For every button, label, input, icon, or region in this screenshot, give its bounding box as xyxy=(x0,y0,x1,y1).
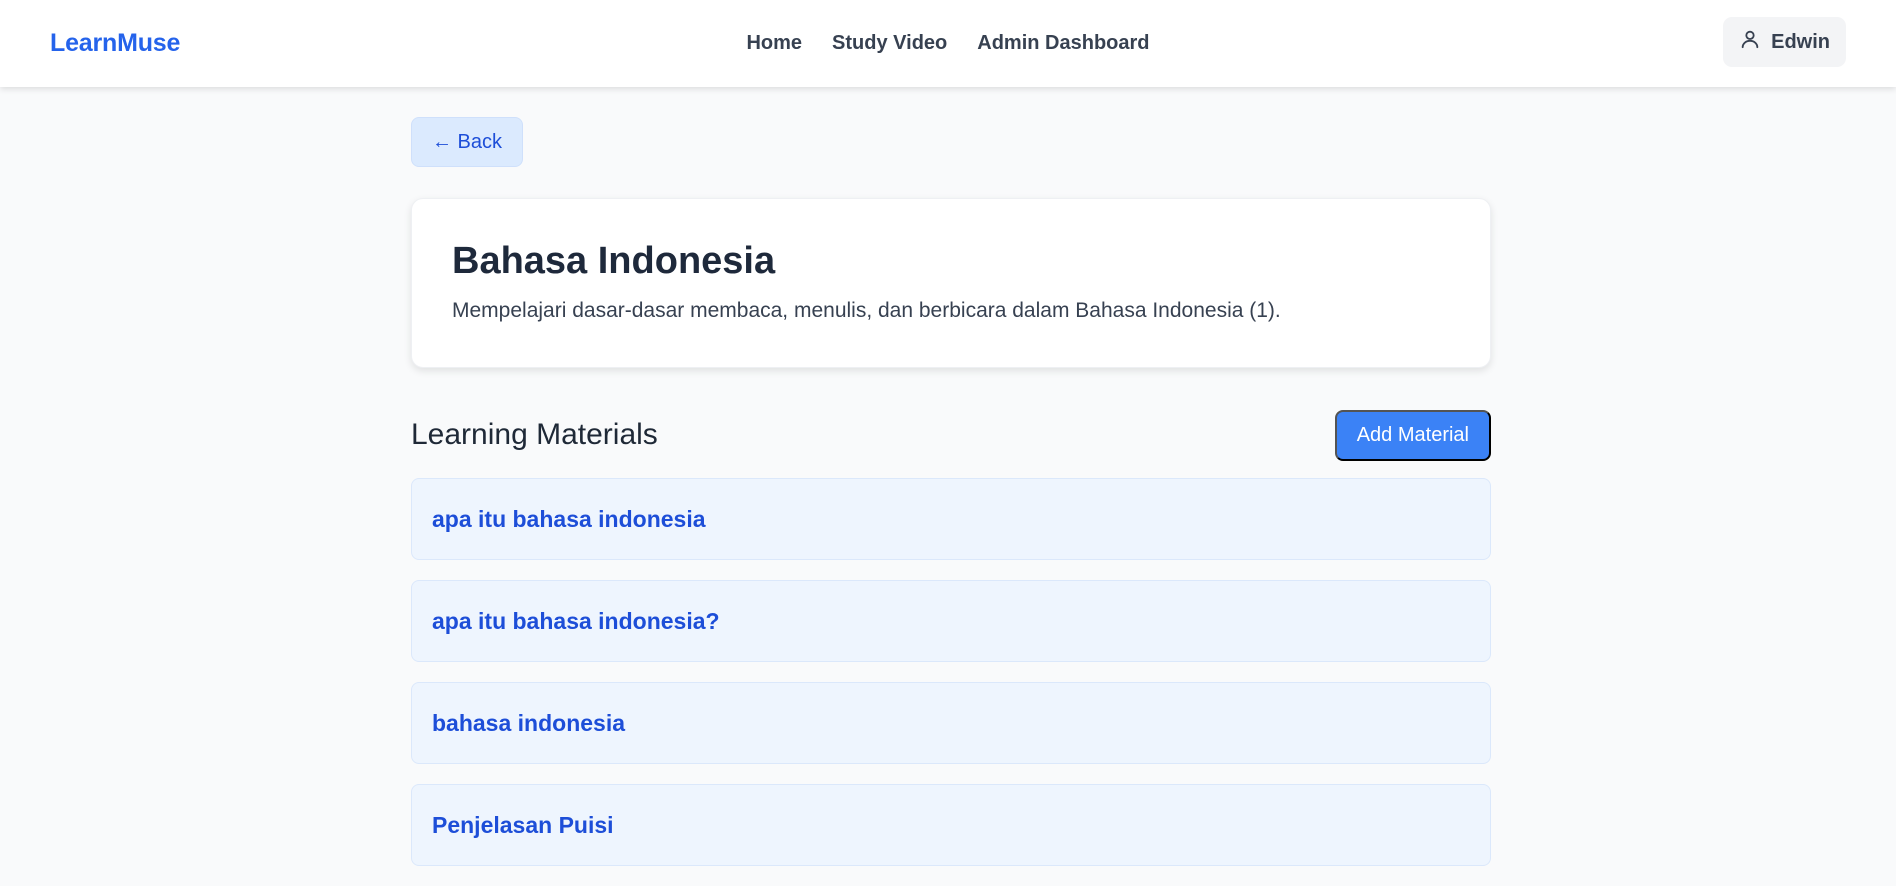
user-icon xyxy=(1739,28,1761,56)
material-item[interactable]: Penjelasan Puisi xyxy=(411,784,1491,866)
brand-logo[interactable]: LearnMuse xyxy=(50,0,180,87)
top-navbar: LearnMuse Home Study Video Admin Dashboa… xyxy=(0,0,1896,87)
materials-header: Learning Materials Add Material xyxy=(411,409,1491,461)
materials-list: apa itu bahasa indonesia apa itu bahasa … xyxy=(411,478,1491,886)
course-title: Bahasa Indonesia xyxy=(452,240,776,282)
course-card: Bahasa Indonesia Mempelajari dasar-dasar… xyxy=(411,198,1491,368)
back-button[interactable]: ← Back xyxy=(411,117,524,167)
nav-link-admin-dashboard[interactable]: Admin Dashboard xyxy=(977,30,1149,57)
material-title: apa itu bahasa indonesia xyxy=(432,505,706,532)
nav-link-study-video[interactable]: Study Video xyxy=(832,30,947,57)
material-title: apa itu bahasa indonesia? xyxy=(432,607,720,634)
material-title: Penjelasan Puisi xyxy=(432,811,614,838)
material-item[interactable]: apa itu bahasa indonesia xyxy=(411,478,1491,560)
user-menu-button[interactable]: Edwin xyxy=(1723,17,1846,67)
material-title: bahasa indonesia xyxy=(432,709,626,736)
main-nav: Home Study Video Admin Dashboard xyxy=(0,0,1896,87)
material-item[interactable]: apa itu bahasa indonesia? xyxy=(411,580,1491,662)
add-material-button[interactable]: Add Material xyxy=(1334,409,1491,461)
material-item[interactable]: bahasa indonesia xyxy=(411,682,1491,764)
user-name: Edwin xyxy=(1771,30,1830,53)
nav-link-home[interactable]: Home xyxy=(746,30,802,57)
materials-section-title: Learning Materials xyxy=(411,418,658,451)
course-description: Mempelajari dasar-dasar membaca, menulis… xyxy=(452,299,1281,322)
